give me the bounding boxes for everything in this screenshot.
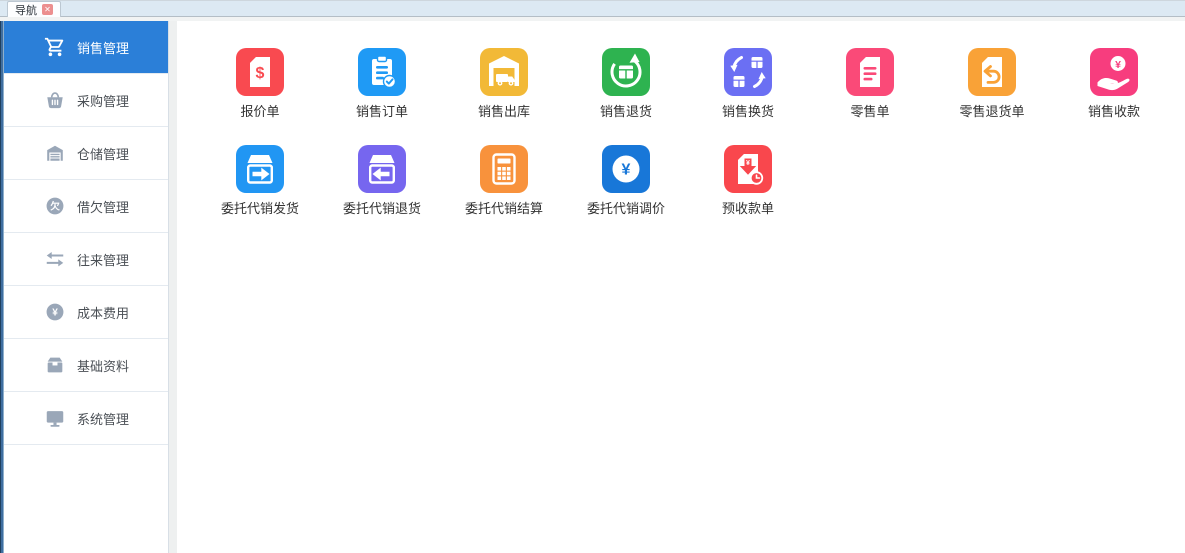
app-item-label: 委托代销退货 [343, 198, 421, 217]
app-item-sales-exchange[interactable]: 销售换货 [687, 48, 809, 145]
app-item-sales-return[interactable]: 销售退货 [565, 48, 687, 145]
svg-text:¥: ¥ [52, 308, 58, 319]
sidebar-item-label: 成本费用 [77, 303, 129, 322]
app-item-label: 零售退货单 [959, 101, 1024, 120]
sidebar-item-warehouse[interactable]: 仓储管理 [4, 127, 168, 180]
sidebar: 销售管理采购管理仓储管理欠 借欠管理往来管理 ¥ 成本费用基础资料系统管理 [4, 21, 169, 553]
monitor-icon [44, 407, 66, 429]
doc-lines-icon [846, 48, 894, 96]
app-item-sales-collection[interactable]: ¥ 销售收款 [1053, 48, 1175, 145]
app-item-advance-receipt[interactable]: ¥ 预收款单 [687, 145, 809, 242]
cart-icon [44, 36, 66, 58]
coin-yen-icon: ¥ [44, 301, 66, 323]
app-item-label: 委托代销发货 [221, 198, 299, 217]
sidebar-item-system[interactable]: 系统管理 [4, 392, 168, 445]
svg-text:$: $ [256, 65, 265, 82]
app-item-label: 销售换货 [722, 101, 774, 120]
sidebar-item-contacts[interactable]: 往来管理 [4, 233, 168, 286]
svg-text:欠: 欠 [50, 200, 60, 212]
app-grid: $ 报价单 销售订单 销售出库 销售退货 销售换货 零售单 零售退货单 ¥ 销售收款委托代销发货 委… [199, 48, 1183, 242]
doc-undo-icon [968, 48, 1016, 96]
goods-box-icon [44, 354, 66, 376]
sidebar-splitter[interactable] [169, 21, 177, 553]
app-item-sales-order[interactable]: 销售订单 [321, 48, 443, 145]
doc-arrow-clock-icon: ¥ [724, 145, 772, 193]
app-item-consignment-reprice[interactable]: ¥ 委托代销调价 [565, 145, 687, 242]
box-arrow-right-icon [236, 145, 284, 193]
sidebar-item-purchase[interactable]: 采购管理 [4, 74, 168, 127]
sidebar-item-label: 基础资料 [77, 356, 129, 375]
sidebar-item-debt[interactable]: 欠 借欠管理 [4, 180, 168, 233]
app-item-label: 销售收款 [1088, 101, 1140, 120]
box-arrow-left-icon [358, 145, 406, 193]
yen-circle-icon: ¥ [602, 145, 650, 193]
app-item-label: 销售出库 [478, 101, 530, 120]
app-item-label: 报价单 [240, 101, 279, 120]
tab-label: 导航 [15, 2, 37, 18]
box-return-icon [602, 48, 650, 96]
sidebar-item-label: 销售管理 [77, 38, 129, 57]
calculator-icon [480, 145, 528, 193]
app-item-label: 零售单 [850, 101, 889, 120]
app-item-label: 委托代销结算 [465, 198, 543, 217]
sidebar-item-label: 借欠管理 [77, 197, 129, 216]
sidebar-item-sales[interactable]: 销售管理 [4, 21, 168, 74]
app-item-retail-return-order[interactable]: 零售退货单 [931, 48, 1053, 145]
app-item-label: 销售订单 [356, 101, 408, 120]
app-window: 导航 ✕ 销售管理采购管理仓储管理欠 借欠管理往来管理 ¥ 成本费用基础资料系统管理 … [0, 0, 1185, 553]
basket-icon [44, 89, 66, 111]
svg-text:¥: ¥ [622, 162, 631, 179]
app-item-quotation[interactable]: $ 报价单 [199, 48, 321, 145]
window-body: 销售管理采购管理仓储管理欠 借欠管理往来管理 ¥ 成本费用基础资料系统管理 $ 报价单 销… [0, 21, 1185, 553]
svg-text:¥: ¥ [1115, 59, 1121, 71]
tab-bar: 导航 ✕ [0, 1, 1185, 17]
clipboard-check-icon [358, 48, 406, 96]
svg-text:¥: ¥ [746, 160, 750, 167]
main-content: $ 报价单 销售订单 销售出库 销售退货 销售换货 零售单 零售退货单 ¥ 销售收款委托代销发货 委… [177, 21, 1185, 553]
doc-dollar-icon: $ [236, 48, 284, 96]
app-item-consignment-ship[interactable]: 委托代销发货 [199, 145, 321, 242]
sidebar-item-cost[interactable]: ¥ 成本费用 [4, 286, 168, 339]
app-item-retail-order[interactable]: 零售单 [809, 48, 931, 145]
sidebar-item-label: 仓储管理 [77, 144, 129, 163]
app-item-consignment-return[interactable]: 委托代销退货 [321, 145, 443, 242]
app-item-consignment-settlement[interactable]: 委托代销结算 [443, 145, 565, 242]
app-item-label: 委托代销调价 [587, 198, 665, 217]
sidebar-item-label: 往来管理 [77, 250, 129, 269]
debt-circle-icon: 欠 [44, 195, 66, 217]
warehouse-icon [44, 142, 66, 164]
app-item-sales-outbound[interactable]: 销售出库 [443, 48, 565, 145]
app-item-label: 预收款单 [722, 198, 774, 217]
tab-navigation[interactable]: 导航 ✕ [7, 1, 61, 17]
close-icon[interactable]: ✕ [42, 4, 53, 15]
warehouse-truck-icon [480, 48, 528, 96]
sidebar-item-basic-data[interactable]: 基础资料 [4, 339, 168, 392]
sidebar-item-label: 系统管理 [77, 409, 129, 428]
sidebar-item-label: 采购管理 [77, 91, 129, 110]
hand-coin-icon: ¥ [1090, 48, 1138, 96]
boxes-swap-icon [724, 48, 772, 96]
transfer-arrows-icon [44, 248, 66, 270]
app-item-label: 销售退货 [600, 101, 652, 120]
